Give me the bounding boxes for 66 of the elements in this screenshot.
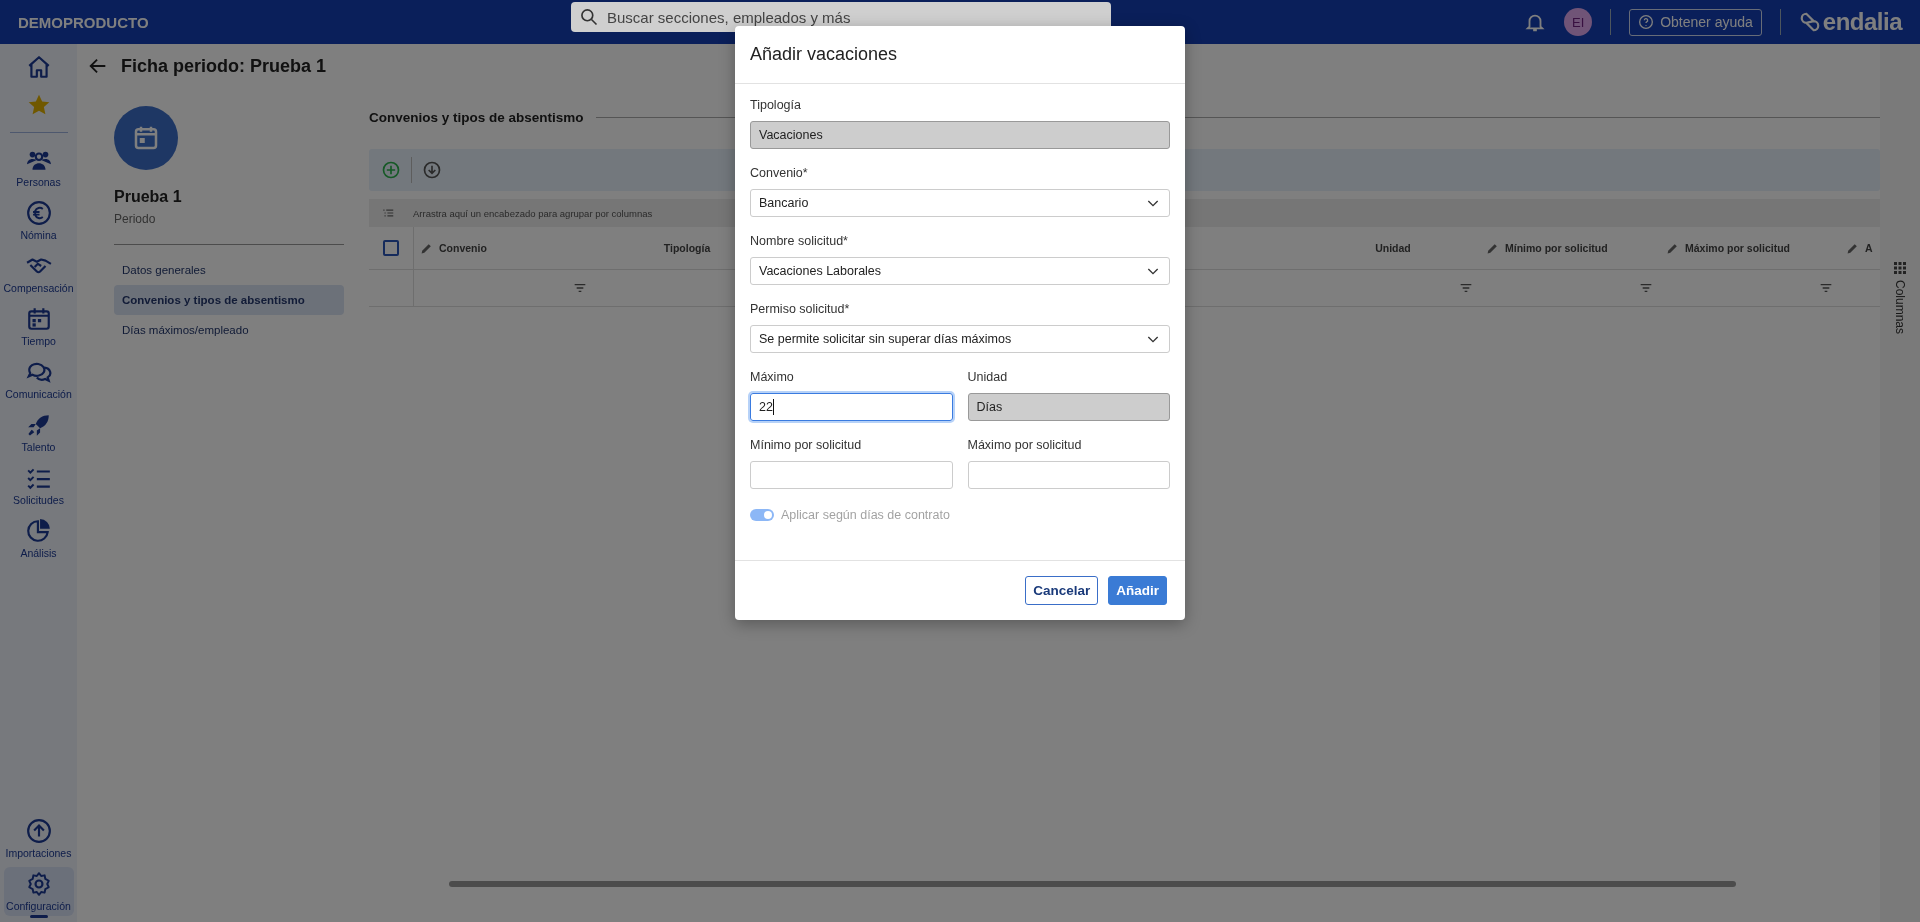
cancel-button[interactable]: Cancelar	[1025, 576, 1099, 605]
sidebar-item[interactable]: Configuración	[3, 867, 74, 916]
upload-icon	[25, 818, 52, 844]
section-title: Convenios y tipos de absentismo	[369, 110, 584, 125]
pencil-icon	[1666, 241, 1679, 255]
section-menu-item[interactable]: Convenios y tipos de absentismo	[114, 285, 344, 315]
sidebar-item[interactable]: Análisis	[3, 514, 74, 563]
select-all-checkbox[interactable]	[383, 240, 399, 256]
input-field[interactable]: 22	[750, 393, 953, 421]
readonly-field: Días	[967, 393, 1170, 421]
euro-icon	[25, 200, 52, 226]
sidebar-item[interactable]: Importaciones	[3, 814, 74, 863]
sidebar-item[interactable]: Solicitudes	[3, 461, 74, 510]
sidebar-item[interactable]: Tiempo	[3, 302, 74, 351]
download-icon[interactable]	[422, 160, 442, 180]
pie-chart-icon	[25, 518, 52, 544]
settings-icon	[25, 871, 52, 897]
add-icon[interactable]	[381, 160, 401, 180]
pencil-icon	[1486, 241, 1499, 255]
dropdown-field[interactable]: Se permite solicitar sin superar días máximos	[750, 325, 1170, 353]
logo-text: endalia	[1822, 8, 1902, 36]
section-menu-item[interactable]: Datos generales	[114, 255, 344, 285]
field-label: Nombre solicitud*	[750, 234, 849, 248]
column-header[interactable]: Tipología	[663, 242, 711, 254]
sidebar-item[interactable]: Comunicación	[3, 355, 74, 404]
sidebar-item[interactable]: Nómina	[3, 196, 74, 245]
period-name: Prueba 1	[114, 188, 183, 206]
pencil-icon	[420, 241, 433, 255]
dropdown-field[interactable]: Bancario	[750, 189, 1170, 217]
field-label: Máximo por solicitud	[967, 438, 1083, 452]
sidebar-item[interactable]: Personas	[3, 143, 74, 192]
columns-panel-tab[interactable]: Columnas	[1893, 280, 1907, 335]
group-list-icon	[381, 206, 395, 220]
field-label: Unidad	[967, 370, 1009, 384]
dialog-title: Añadir vacaciones	[750, 44, 898, 65]
logo-mark-icon	[1798, 11, 1821, 33]
toggle-label: Aplicar según días de contrato	[781, 508, 950, 522]
company-name: DEMOPRODUCTO	[18, 13, 150, 31]
column-header[interactable]: Máximo por solicitud	[1685, 242, 1790, 254]
columns-grid-icon[interactable]	[1894, 262, 1906, 274]
add-button[interactable]: Añadir	[1108, 576, 1167, 605]
help-icon	[1638, 14, 1655, 30]
search-icon	[579, 7, 599, 27]
field-label: Permiso solicitud*	[750, 302, 851, 316]
section-menu-item[interactable]: Días máximos/empleado	[114, 315, 344, 345]
input-field[interactable]	[750, 461, 953, 489]
column-header[interactable]: A	[1865, 242, 1873, 254]
group-hint: Arrastra aquí un encabezado para agrupar por columnas	[413, 207, 653, 219]
field-label: Mínimo por solicitud	[750, 438, 863, 452]
dropdown-field[interactable]: Vacaciones Laborales	[750, 257, 1170, 285]
field-label: Máximo	[750, 370, 795, 384]
readonly-field: Vacaciones	[750, 121, 1170, 149]
column-header[interactable]: Unidad	[1375, 242, 1411, 254]
column-header[interactable]: Convenio	[439, 242, 487, 254]
field-label: Convenio*	[750, 166, 809, 180]
sidebar-item[interactable]: Compensación	[3, 249, 74, 298]
page-title: Ficha periodo: Prueba 1	[121, 55, 327, 77]
period-type: Periodo	[114, 212, 157, 226]
sidebar-item[interactable]: Talento	[3, 408, 74, 457]
calendar-icon	[25, 306, 52, 332]
field-label: Tipología	[750, 98, 802, 112]
help-button[interactable]: Obtener ayuda	[1629, 8, 1762, 36]
pencil-icon	[1846, 241, 1859, 255]
column-header[interactable]: Mínimo por solicitud	[1505, 242, 1608, 254]
input-field[interactable]	[967, 461, 1170, 489]
user-avatar[interactable]: EI	[1564, 8, 1593, 36]
